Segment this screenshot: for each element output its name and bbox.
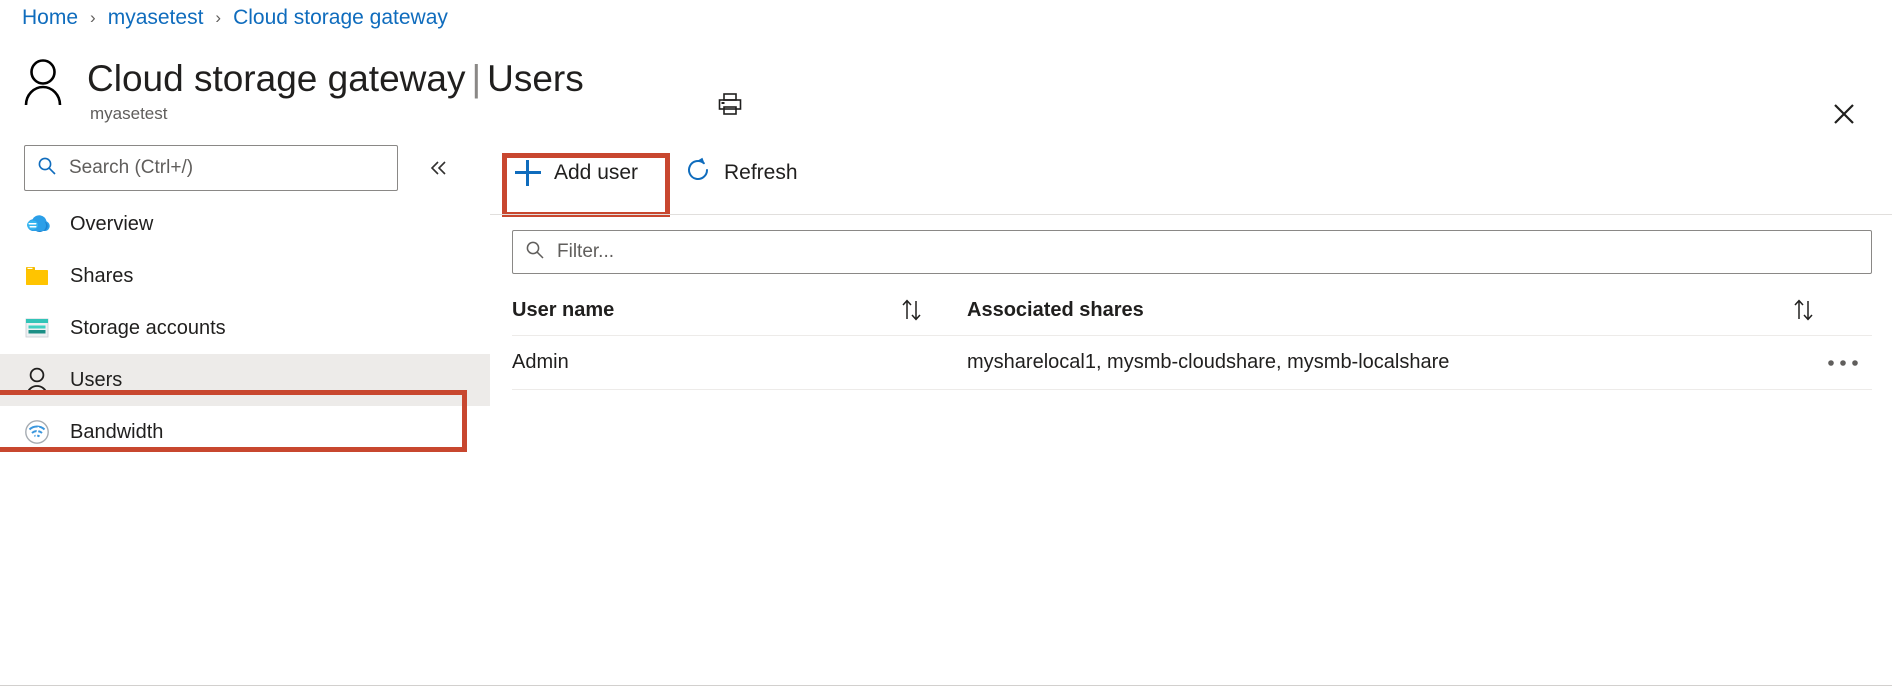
sidebar-item-shares[interactable]: Shares [0, 250, 490, 302]
column-header-user-name[interactable]: User name [512, 299, 922, 322]
filter-input-wrapper[interactable] [512, 230, 1872, 274]
plus-icon [515, 160, 541, 186]
sidebar-item-label: Users [70, 368, 123, 391]
cloud-icon [22, 209, 52, 239]
add-user-button[interactable]: Add user [515, 153, 638, 193]
sidebar: Overview Shares [0, 130, 490, 686]
table-row[interactable]: Admin mysharelocal1, mysmb-cloudshare, m… [512, 336, 1872, 390]
breadcrumb-separator-icon: › [90, 8, 96, 27]
folder-icon [22, 261, 52, 291]
main-content: Add user Refresh Filter... User name Ass… [490, 130, 1892, 686]
sidebar-item-overview[interactable]: Overview [0, 198, 490, 250]
sidebar-item-bandwidth[interactable]: Bandwidth [0, 406, 490, 458]
command-bar-divider [490, 214, 1892, 215]
search-input[interactable] [67, 156, 367, 180]
page-title-section: Users [487, 58, 584, 99]
sort-arrows-icon[interactable] [900, 298, 926, 326]
sidebar-nav-list: Overview Shares Storage accounts Users B… [0, 198, 490, 458]
cell-associated-shares: mysharelocal1, mysmb-cloudshare, mysmb-l… [967, 351, 1450, 373]
table-header-row: User name Associated shares [512, 288, 1872, 336]
sidebar-search-row [24, 145, 468, 191]
page-subtitle: myasetest [90, 104, 168, 123]
page-title-resource: Cloud storage gateway [87, 58, 466, 99]
breadcrumb-item-home[interactable]: Home [22, 5, 78, 31]
refresh-button[interactable]: Refresh [685, 153, 798, 193]
page-title: Cloud storage gateway | Users [87, 56, 584, 101]
filter-input[interactable] [555, 240, 1835, 264]
sidebar-item-label: Overview [70, 212, 154, 235]
storage-account-icon [22, 313, 52, 343]
search-icon [37, 156, 57, 181]
close-icon[interactable] [1824, 94, 1864, 134]
sidebar-item-label: Storage accounts [70, 316, 226, 339]
users-table: User name Associated shares Admin myshar… [512, 288, 1872, 390]
page-title-divider: | [471, 58, 482, 99]
search-input-wrapper[interactable] [24, 145, 398, 191]
breadcrumb-item-cloud-storage-gateway[interactable]: Cloud storage gateway [233, 5, 448, 31]
add-user-label: Add user [554, 161, 639, 184]
column-header-associated-shares[interactable]: Associated shares [967, 299, 1827, 322]
sidebar-item-storage-accounts[interactable]: Storage accounts [0, 302, 490, 354]
command-bar: Add user Refresh [490, 130, 1892, 217]
breadcrumb: Home › myasetest › Cloud storage gateway [22, 5, 448, 31]
user-avatar-icon [22, 57, 64, 106]
chevron-double-left-icon[interactable] [422, 151, 456, 185]
refresh-label: Refresh [724, 161, 798, 184]
blade-header: Cloud storage gateway | Users myasetest [0, 36, 1892, 130]
breadcrumb-item-myasetest[interactable]: myasetest [108, 5, 204, 31]
sidebar-item-label: Bandwidth [70, 420, 164, 443]
refresh-icon [685, 157, 711, 189]
wifi-icon [22, 417, 52, 447]
breadcrumb-separator-icon: › [215, 8, 222, 27]
cell-user-name: Admin [512, 351, 569, 373]
ellipsis-icon[interactable] [1822, 346, 1864, 380]
user-icon [22, 365, 52, 395]
azure-portal-blade: Home › myasetest › Cloud storage gateway… [0, 0, 1892, 686]
sidebar-item-label: Shares [70, 264, 134, 287]
sort-arrows-icon[interactable] [1792, 298, 1818, 326]
print-icon[interactable] [712, 86, 748, 122]
search-icon [525, 240, 545, 265]
sidebar-item-users[interactable]: Users [0, 354, 490, 406]
